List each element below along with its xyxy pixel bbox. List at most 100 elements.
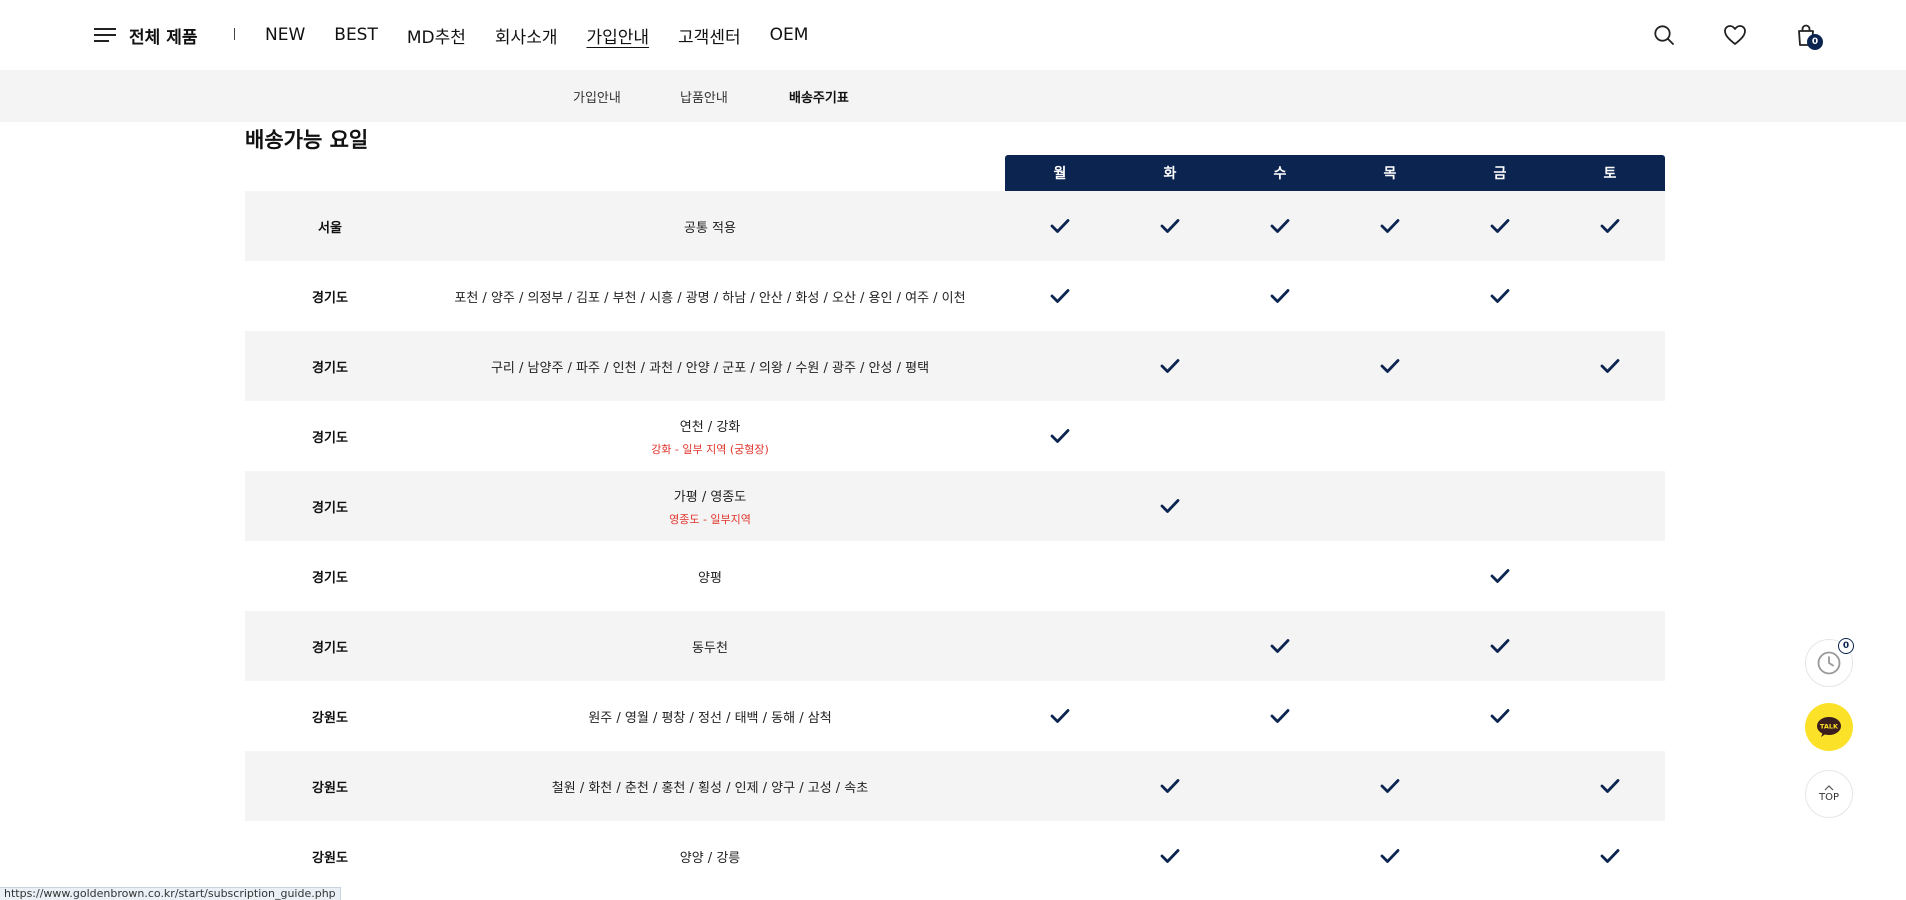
- area-cell: 양평: [415, 541, 1005, 611]
- area-list: 양양 / 강릉: [679, 850, 741, 866]
- check-icon: [1160, 848, 1180, 864]
- weekday-1: 화: [1163, 166, 1177, 182]
- day-cell: [1225, 821, 1335, 891]
- all-products-label: 전체 제품: [129, 27, 198, 48]
- check-icon: [1160, 778, 1180, 794]
- search-button[interactable]: [1647, 18, 1681, 52]
- day-cell: [1115, 471, 1225, 541]
- cart-count-badge: 0: [1807, 34, 1823, 50]
- day-cell: [1335, 541, 1445, 611]
- check-icon: [1600, 358, 1620, 374]
- day-cell: [1225, 401, 1335, 471]
- nav-divider: [234, 28, 235, 40]
- day-cell: [1005, 821, 1115, 891]
- area-list: 가평 / 영종도: [673, 489, 747, 505]
- area-cell: 원주 / 영월 / 평창 / 정선 / 태백 / 동해 / 삼척: [415, 681, 1005, 751]
- region-cell: 경기도: [312, 570, 348, 586]
- area-note: 영종도 - 일부지역: [669, 512, 751, 526]
- day-cell: [1335, 401, 1445, 471]
- day-cell: [1335, 821, 1445, 891]
- area-cell: 포천 / 양주 / 의정부 / 김포 / 부천 / 시흥 / 광명 / 하남 /…: [415, 261, 1005, 331]
- check-icon: [1380, 848, 1400, 864]
- check-icon: [1380, 218, 1400, 234]
- weekday-3: 목: [1383, 166, 1397, 182]
- nav-item-3[interactable]: 회사소개: [495, 23, 558, 48]
- region-cell: 강원도: [312, 850, 348, 866]
- region-cell: 경기도: [312, 640, 348, 656]
- check-icon: [1270, 638, 1290, 654]
- region-cell: 서울: [318, 220, 342, 236]
- check-icon: [1160, 498, 1180, 514]
- area-list: 구리 / 남양주 / 파주 / 인천 / 과천 / 안양 / 군포 / 의왕 /…: [490, 360, 930, 376]
- day-cell: [1005, 261, 1115, 331]
- area-cell: 연천 / 강화 강화 - 일부 지역 (궁형장): [415, 401, 1005, 471]
- day-cell: [1225, 751, 1335, 821]
- region-cell: 경기도: [312, 430, 348, 446]
- subnav-item-join-guide[interactable]: 가입안내: [573, 87, 621, 106]
- subnav-item-delivery-schedule[interactable]: 배송주기표: [789, 87, 849, 106]
- table-row: 서울 공통 적용: [245, 191, 1665, 261]
- weekday-4: 금: [1493, 166, 1507, 182]
- nav-item-5[interactable]: 고객센터: [678, 23, 741, 48]
- area-list: 동두천: [692, 640, 728, 656]
- day-cell: [1005, 471, 1115, 541]
- check-icon: [1600, 218, 1620, 234]
- region-cell: 강원도: [312, 780, 348, 796]
- day-cell: [1555, 681, 1665, 751]
- day-cell: [1555, 401, 1665, 471]
- day-cell: [1115, 331, 1225, 401]
- delivery-schedule-table: 서울 공통 적용경기도 포천 / 양주 / 의정부 / 김포 / 부천 / 시흥 /…: [245, 191, 1665, 891]
- table-row: 강원도 철원 / 화천 / 춘천 / 홍천 / 횡성 / 인제 / 양구 / 고성…: [245, 751, 1665, 821]
- area-cell: 동두천: [415, 611, 1005, 681]
- cart-button[interactable]: 0: [1789, 18, 1823, 52]
- day-cell: [1555, 471, 1665, 541]
- section-title: 배송가능 요일: [245, 128, 369, 152]
- day-cell: [1555, 821, 1665, 891]
- day-cell: [1005, 681, 1115, 751]
- nav-item-1[interactable]: BEST: [334, 25, 378, 45]
- subnav-item-delivery-guide[interactable]: 납품안내: [680, 87, 728, 106]
- hamburger-icon: [94, 28, 116, 42]
- area-list: 포천 / 양주 / 의정부 / 김포 / 부천 / 시흥 / 광명 / 하남 /…: [454, 290, 966, 306]
- kakao-talk-button[interactable]: TALK: [1805, 703, 1853, 751]
- recent-count-badge: 0: [1838, 638, 1854, 654]
- day-cell: [1115, 401, 1225, 471]
- table-row: 경기도 가평 / 영종도 영종도 - 일부지역: [245, 471, 1665, 541]
- scroll-top-button[interactable]: TOP: [1805, 770, 1853, 818]
- nav-item-2[interactable]: MD추천: [407, 23, 466, 48]
- recent-viewed-button[interactable]: 0: [1805, 638, 1854, 687]
- day-cell: [1445, 681, 1555, 751]
- wishlist-button[interactable]: [1718, 18, 1752, 52]
- region-cell: 경기도: [312, 290, 348, 306]
- day-cell: [1335, 331, 1445, 401]
- chevron-up-icon: [1824, 785, 1834, 791]
- day-cell: [1005, 541, 1115, 611]
- table-row: 경기도 양평: [245, 541, 1665, 611]
- check-icon: [1160, 218, 1180, 234]
- site-header: 전체 제품 NEW BEST MD추천 회사소개 가입안내 고객센터 OEM 0: [0, 0, 1906, 70]
- day-cell: [1445, 261, 1555, 331]
- day-cell: [1335, 751, 1445, 821]
- status-bar-url: https://www.goldenbrown.co.kr/start/subs…: [0, 887, 341, 900]
- nav-item-6[interactable]: OEM: [770, 25, 809, 45]
- day-cell: [1005, 331, 1115, 401]
- nav-item-0[interactable]: NEW: [265, 25, 305, 45]
- clock-icon: [1817, 651, 1841, 675]
- weekday-header: 월화수목금토: [1005, 155, 1665, 191]
- day-cell: [1225, 331, 1335, 401]
- area-list: 철원 / 화천 / 춘천 / 홍천 / 횡성 / 인제 / 양구 / 고성 / …: [551, 780, 869, 796]
- check-icon: [1050, 428, 1070, 444]
- table-row: 강원도 양양 / 강릉: [245, 821, 1665, 891]
- check-icon: [1270, 708, 1290, 724]
- day-cell: [1335, 191, 1445, 261]
- top-label: TOP: [1818, 792, 1839, 803]
- area-list: 원주 / 영월 / 평창 / 정선 / 태백 / 동해 / 삼척: [588, 710, 832, 726]
- nav-item-4[interactable]: 가입안내: [586, 23, 649, 48]
- all-products-menu-button[interactable]: 전체 제품: [94, 20, 197, 50]
- day-cell: [1225, 681, 1335, 751]
- day-cell: [1335, 681, 1445, 751]
- weekday-0: 월: [1053, 166, 1067, 182]
- area-list: 공통 적용: [684, 220, 736, 236]
- day-cell: [1335, 261, 1445, 331]
- day-cell: [1445, 471, 1555, 541]
